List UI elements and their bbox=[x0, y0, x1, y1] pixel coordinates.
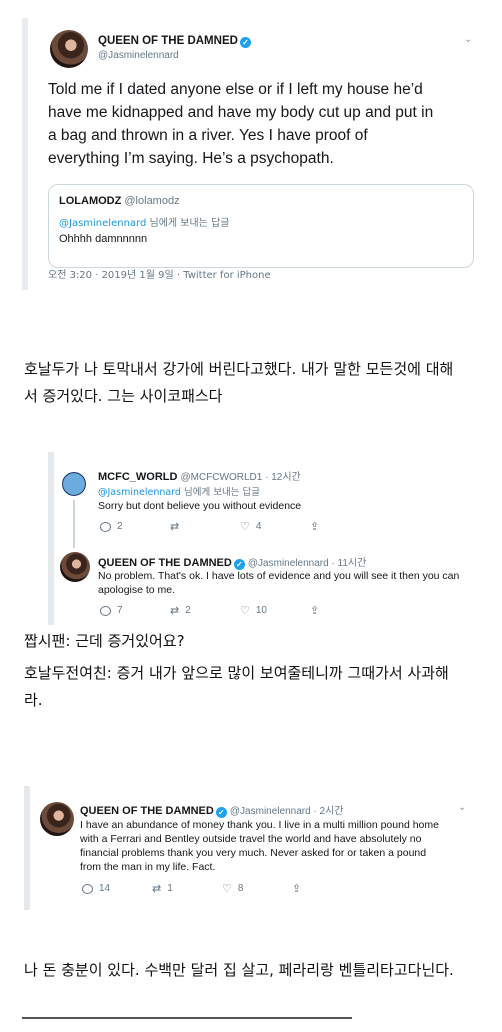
reply-count: 2 bbox=[117, 521, 123, 532]
tweet-text-line: everything I’m saying. He’s a psychopath… bbox=[48, 150, 334, 167]
reply-button[interactable]: 7 bbox=[100, 604, 170, 617]
author-handle-time: @Jasminelennard · 11시간 bbox=[247, 558, 367, 569]
retweet-button[interactable]: ⇄ 2 bbox=[170, 604, 240, 617]
tweet-text-line: a bag and thrown in a river. Yes I have … bbox=[48, 127, 368, 144]
share-icon: ⇪ bbox=[292, 883, 302, 895]
avatar[interactable] bbox=[60, 552, 90, 582]
caption-line: 서 증거있다. 그는 사이코패스다 bbox=[24, 387, 223, 405]
caption-line: 호날두가 나 토막내서 강가에 버린다고했다. 내가 말한 모든것에 대해 bbox=[24, 360, 454, 378]
tweet-actions: 14 ⇄ 1 ♡ 8 ⇪ bbox=[82, 882, 362, 895]
tweet-text-line: have me kidnapped and have my body cut u… bbox=[48, 104, 434, 121]
heart-icon: ♡ bbox=[240, 521, 250, 533]
share-icon: ⇪ bbox=[310, 605, 320, 617]
reply-button[interactable]: 2 bbox=[100, 520, 170, 533]
divider bbox=[22, 1017, 352, 1019]
reply-icon bbox=[100, 521, 111, 532]
tweet-text-line: apologise to me. bbox=[98, 584, 176, 596]
chevron-down-icon[interactable]: ⌄ bbox=[464, 34, 472, 45]
reply-to: @Jasminelennard 님에게 보내는 답글 bbox=[98, 484, 260, 498]
tweet-card-3: QUEEN OF THE DAMNED ✓ @Jasminelennard · 2… bbox=[24, 786, 470, 910]
share-icon: ⇪ bbox=[310, 521, 320, 533]
author-name[interactable]: QUEEN OF THE DAMNED ✓ bbox=[98, 35, 251, 48]
retweet-count: 1 bbox=[167, 883, 173, 894]
reply-button[interactable]: 14 bbox=[82, 882, 152, 895]
caption-2-line-2: 호날두전여친: 증거 내가 앞으로 많이 보여줄테니까 그때가서 사과해 라. bbox=[24, 660, 449, 714]
tweet-text: Told me if I dated anyone else or if I l… bbox=[48, 78, 433, 170]
like-button[interactable]: ♡ 10 bbox=[240, 604, 310, 617]
retweet-count: 2 bbox=[185, 605, 191, 616]
share-button[interactable]: ⇪ bbox=[292, 882, 362, 895]
reply-count: 14 bbox=[99, 883, 111, 894]
like-button[interactable]: ♡ 4 bbox=[240, 520, 310, 533]
tweet-timestamp[interactable]: 오전 3:20 · 2019년 1월 9일 · Twitter for iPho… bbox=[48, 266, 271, 281]
quote-header: LOLAMODZ @lolamodz bbox=[59, 195, 180, 207]
tweet-card-1: QUEEN OF THE DAMNED ✓ @Jasminelennard ⌄ T… bbox=[22, 18, 480, 290]
author-name[interactable]: QUEEN OF THE DAMNED ✓ @Jasminelennard · 1… bbox=[98, 554, 366, 570]
quote-author-handle: @lolamodz bbox=[124, 195, 180, 207]
caption-1: 호날두가 나 토막내서 강가에 버린다고했다. 내가 말한 모든것에 대해 서 … bbox=[24, 356, 453, 410]
tweet-actions: 2 ⇄ ♡ 4 ⇪ bbox=[100, 520, 380, 533]
retweet-icon: ⇄ bbox=[152, 883, 162, 895]
tweet-text-line: No problem. That's ok. I have lots of ev… bbox=[98, 570, 460, 582]
tweet-text-line: Told me if I dated anyone else or if I l… bbox=[48, 81, 423, 98]
verified-badge-icon: ✓ bbox=[215, 807, 227, 818]
chevron-down-icon[interactable]: ⌄ bbox=[458, 802, 466, 813]
tweet-actions: 7 ⇄ 2 ♡ 10 ⇪ bbox=[100, 604, 380, 617]
avatar[interactable] bbox=[50, 30, 88, 68]
caption-3: 나 돈 충분이 있다. 수백만 달러 집 살고, 페라리랑 벤틀리타고다닌다. bbox=[24, 961, 454, 979]
author-name-text: MCFC_WORLD bbox=[98, 471, 178, 483]
avatar[interactable] bbox=[40, 802, 74, 836]
reply-to-suffix: 님에게 보내는 답글 bbox=[146, 218, 230, 229]
reply-to-handle-link[interactable]: @Jasminelennard bbox=[59, 218, 146, 229]
tweet-text-line: with a Ferrari and Bentley outside trave… bbox=[80, 833, 422, 845]
reply-to-handle-link[interactable]: @Jasminelennard bbox=[98, 487, 181, 498]
reply-icon bbox=[82, 883, 93, 894]
author-name[interactable]: QUEEN OF THE DAMNED ✓ @Jasminelennard · 2… bbox=[80, 802, 344, 818]
avatar[interactable] bbox=[60, 470, 88, 498]
thread-connector bbox=[73, 500, 75, 548]
quote-author-name: LOLAMODZ bbox=[59, 195, 122, 207]
author-handle-time: @Jasminelennard · 2시간 bbox=[229, 806, 344, 817]
quote-text: Ohhhh damnnnnn bbox=[59, 233, 148, 245]
author-name[interactable]: MCFC_WORLD @MCFCWORLD1 · 12시간 bbox=[98, 468, 301, 483]
like-count: 8 bbox=[237, 883, 244, 894]
tweet-text-line: from the man in my life. Fact. bbox=[80, 861, 216, 873]
retweet-icon: ⇄ bbox=[170, 521, 180, 533]
share-button[interactable]: ⇪ bbox=[310, 604, 380, 617]
like-count: 4 bbox=[255, 521, 262, 532]
caption-line: 라. bbox=[24, 691, 43, 709]
author-name-text: QUEEN OF THE DAMNED bbox=[98, 557, 232, 569]
caption-2-line-1: 짭시팬: 근데 증거있어요? bbox=[24, 632, 185, 650]
retweet-button[interactable]: ⇄ bbox=[170, 520, 240, 533]
tweet-text-line: I have an abundance of money thank you. … bbox=[80, 819, 439, 831]
retweet-button[interactable]: ⇄ 1 bbox=[152, 882, 222, 895]
verified-badge-icon: ✓ bbox=[239, 37, 251, 48]
reply-to-suffix: 님에게 보내는 답글 bbox=[180, 487, 260, 498]
like-button[interactable]: ♡ 8 bbox=[222, 882, 292, 895]
caption-line: 호날두전여친: 증거 내가 앞으로 많이 보여줄테니까 그때가서 사과해 bbox=[24, 664, 449, 682]
author-name-text: QUEEN OF THE DAMNED bbox=[80, 805, 214, 817]
like-count: 10 bbox=[255, 605, 267, 616]
reply-count: 7 bbox=[117, 605, 123, 616]
tweet-text-line: financial problems thank you very much. … bbox=[80, 847, 427, 859]
reply-icon bbox=[100, 605, 111, 616]
retweet-icon: ⇄ bbox=[170, 605, 180, 617]
heart-icon: ♡ bbox=[222, 883, 232, 895]
reply-thread-card: MCFC_WORLD @MCFCWORLD1 · 12시간 @Jasminele… bbox=[48, 452, 468, 625]
author-handle[interactable]: @Jasminelennard bbox=[98, 50, 179, 61]
author-name-text: QUEEN OF THE DAMNED bbox=[98, 35, 238, 47]
quote-reply-to: @Jasminelennard 님에게 보내는 답글 bbox=[59, 214, 229, 229]
heart-icon: ♡ bbox=[240, 605, 250, 617]
share-button[interactable]: ⇪ bbox=[310, 520, 380, 533]
author-handle-time: @MCFCWORLD1 · 12시간 bbox=[180, 472, 301, 483]
quoted-tweet[interactable]: LOLAMODZ @lolamodz @Jasminelennard 님에게 보… bbox=[48, 184, 474, 268]
tweet-text: Sorry but dont believe you without evide… bbox=[98, 500, 302, 512]
tweet-text: I have an abundance of money thank you. … bbox=[80, 818, 439, 874]
tweet-text: No problem. That's ok. I have lots of ev… bbox=[98, 569, 459, 597]
